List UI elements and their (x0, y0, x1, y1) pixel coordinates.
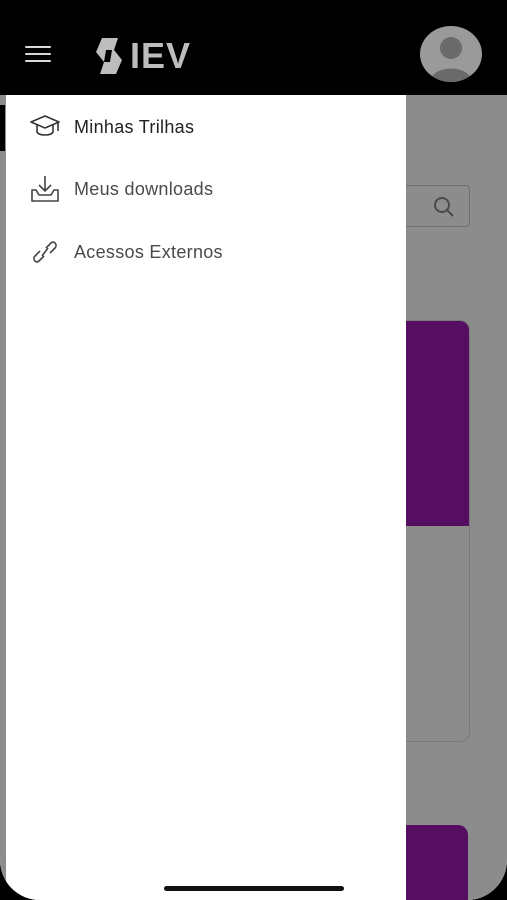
avatar[interactable] (420, 26, 482, 82)
user-avatar-icon (430, 37, 472, 82)
graduation-cap-icon (28, 110, 62, 144)
logo-mark-icon (96, 38, 122, 74)
drawer-item-acessos-externos[interactable]: Acessos Externos (6, 224, 406, 280)
drawer-item-meus-downloads[interactable]: Meus downloads (6, 161, 406, 217)
menu-icon[interactable] (25, 44, 51, 64)
app-screen: do o as de IEV (0, 0, 507, 900)
app-bar: IEV (0, 0, 507, 95)
brand-name: IEV (130, 35, 192, 76)
active-indicator (0, 105, 5, 151)
home-indicator[interactable] (164, 886, 344, 891)
download-tray-icon (28, 172, 62, 206)
drawer-item-label: Acessos Externos (74, 241, 223, 262)
drawer-item-label: Minhas Trilhas (74, 116, 195, 137)
drawer-item-minhas-trilhas[interactable]: Minhas Trilhas (0, 99, 406, 155)
drawer-item-label: Meus downloads (74, 178, 214, 199)
app-logo: IEV (94, 35, 192, 76)
link-icon (28, 235, 62, 269)
navigation-drawer: Minhas Trilhas Meus downloads Acessos Ex… (0, 95, 406, 900)
